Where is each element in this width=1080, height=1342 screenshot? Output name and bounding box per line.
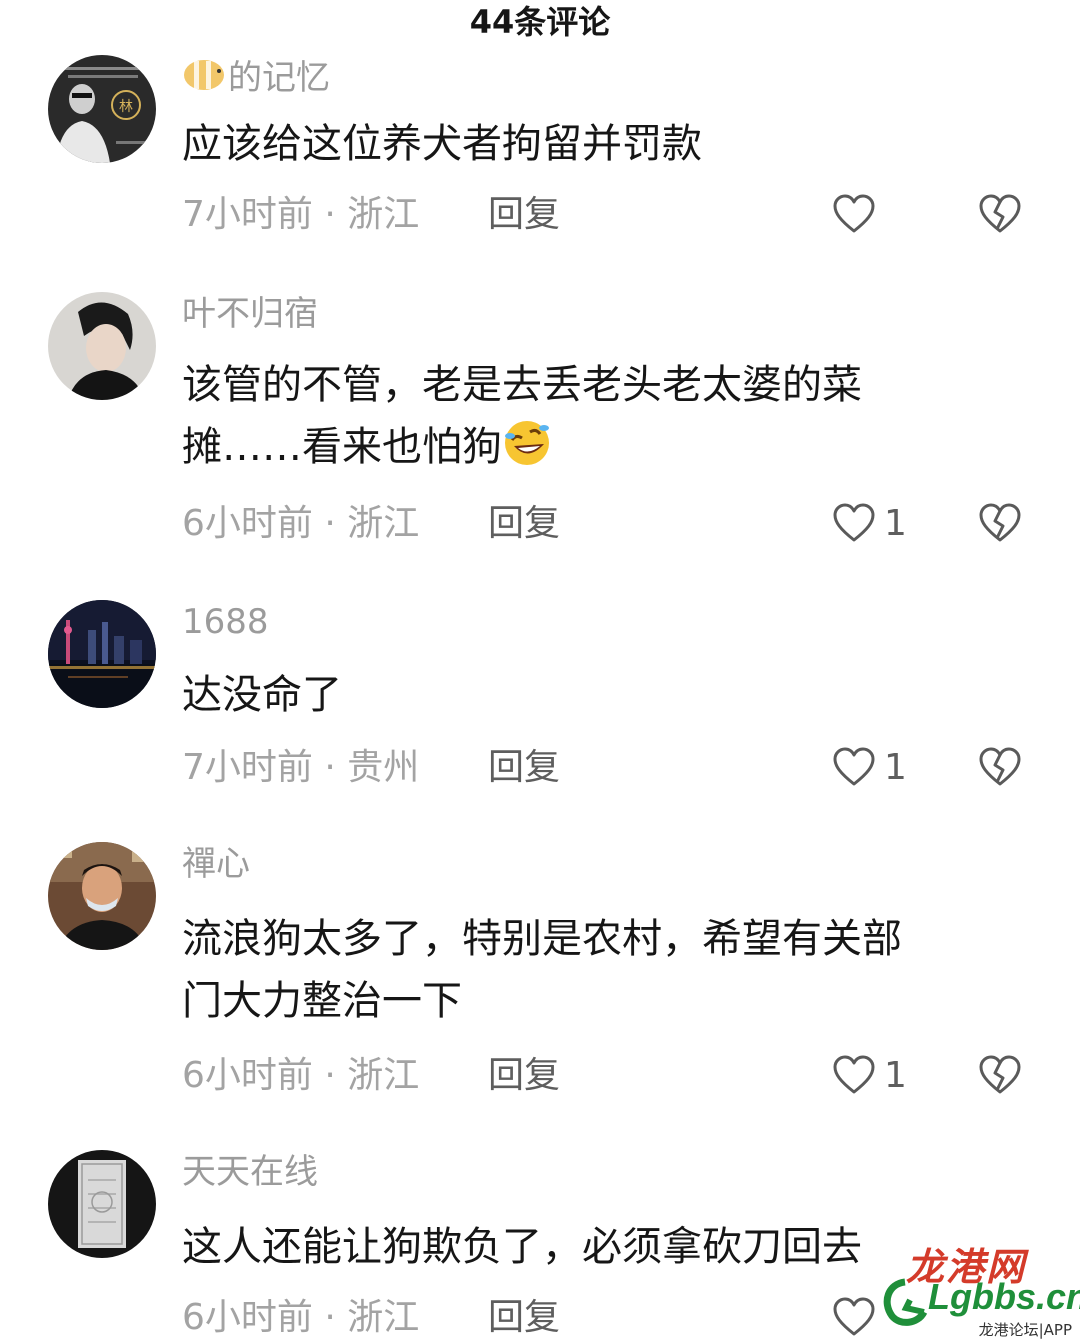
watermark-subtitle: 龙港论坛|APP bbox=[978, 1321, 1072, 1339]
comment-text-line: 门大力整治一下 bbox=[182, 978, 462, 1024]
like-button[interactable]: 1 bbox=[832, 502, 922, 546]
dislike-button[interactable] bbox=[978, 502, 1022, 546]
comment-meta: 6小时前 · 浙江 回复 1 bbox=[182, 500, 1062, 548]
username[interactable]: 禪心 bbox=[182, 842, 250, 886]
fish-icon bbox=[184, 60, 224, 90]
comment-text: 流浪狗太多了，特别是农村，希望有关部 门大力整治一下 bbox=[182, 908, 1022, 1032]
heart-outline-icon bbox=[833, 503, 875, 542]
comment-item: 禪心 流浪狗太多了，特别是农村，希望有关部 门大力整治一下 6小时前 · 浙江 … bbox=[0, 842, 1080, 1112]
comment-text-line: 摊……看来也怕狗 bbox=[182, 424, 502, 470]
broken-heart-icon bbox=[979, 747, 1021, 786]
like-count: 1 bbox=[884, 1055, 907, 1096]
like-count: 1 bbox=[884, 747, 907, 788]
reply-button[interactable]: 回复 bbox=[488, 744, 560, 792]
reply-button[interactable]: 回复 bbox=[488, 500, 560, 548]
like-button[interactable]: 1 bbox=[832, 746, 922, 790]
comments-panel: 44条评论 林 的记忆 应该给这位养犬者拘留并罚款 7小时前 · 浙江 回复 叶… bbox=[0, 0, 1080, 1342]
heart-outline-icon bbox=[833, 1055, 875, 1094]
username[interactable]: 的记忆 bbox=[182, 55, 330, 100]
reply-button[interactable]: 回复 bbox=[488, 191, 560, 239]
avatar[interactable] bbox=[48, 292, 156, 400]
broken-heart-icon bbox=[979, 194, 1021, 233]
broken-heart-icon bbox=[979, 503, 1021, 542]
comment-meta: 6小时前 · 浙江 回复 1 bbox=[182, 1052, 1062, 1100]
rolling-on-floor-laughing-emoji bbox=[505, 421, 549, 465]
avatar[interactable] bbox=[48, 600, 156, 708]
svg-text:林: 林 bbox=[119, 99, 133, 115]
comment-text-line: 流浪狗太多了，特别是农村，希望有关部 bbox=[182, 916, 902, 962]
time-location: 7小时前 · 浙江 bbox=[182, 194, 420, 235]
time-location: 6小时前 · 浙江 bbox=[182, 1297, 420, 1338]
username[interactable]: 1688 bbox=[182, 600, 269, 644]
dislike-button[interactable] bbox=[978, 1054, 1022, 1098]
comment-meta: 7小时前 · 浙江 回复 bbox=[182, 191, 1062, 239]
comment-meta: 7小时前 · 贵州 回复 1 bbox=[182, 744, 1062, 792]
time-location: 6小时前 · 浙江 bbox=[182, 503, 420, 544]
broken-heart-icon bbox=[979, 1055, 1021, 1094]
time-location: 6小时前 · 浙江 bbox=[182, 1055, 420, 1096]
reply-button[interactable]: 回复 bbox=[488, 1052, 560, 1100]
watermark-logo-icon bbox=[883, 1278, 928, 1326]
username[interactable]: 天天在线 bbox=[182, 1150, 318, 1194]
comment-text-line-with-emoji: 摊……看来也怕狗 bbox=[182, 416, 1022, 478]
avatar[interactable] bbox=[48, 1150, 156, 1258]
time-location: 7小时前 · 贵州 bbox=[182, 747, 420, 788]
heart-outline-icon bbox=[833, 747, 875, 786]
avatar[interactable]: 林 bbox=[48, 55, 156, 163]
comment-text-line: 应该给这位养犬者拘留并罚款 bbox=[182, 121, 702, 167]
comment-item: 叶不归宿 该管的不管，老是去丢老头老太婆的菜 摊……看来也怕狗 6小时前 · 浙… bbox=[0, 292, 1080, 562]
comment-text: 达没命了 bbox=[182, 664, 1022, 726]
comment-text: 应该给这位养犬者拘留并罚款 bbox=[182, 113, 1022, 175]
like-button[interactable]: 1 bbox=[832, 1054, 922, 1098]
heart-outline-icon bbox=[833, 194, 875, 233]
heart-outline-icon bbox=[833, 1297, 875, 1336]
comment-item: 1688 达没命了 7小时前 · 贵州 回复 1 bbox=[0, 600, 1080, 800]
like-button[interactable] bbox=[832, 193, 922, 237]
site-watermark: 龙港网 Lgbbs.cn 龙港论坛|APP bbox=[880, 1236, 1080, 1340]
avatar[interactable] bbox=[48, 842, 156, 950]
comment-text-line: 达没命了 bbox=[182, 672, 342, 718]
like-count: 1 bbox=[884, 503, 907, 544]
username[interactable]: 叶不归宿 bbox=[182, 292, 318, 336]
comments-count-title: 44条评论 bbox=[469, 3, 611, 41]
comment-text: 该管的不管，老是去丢老头老太婆的菜 摊……看来也怕狗 bbox=[182, 354, 1022, 478]
dislike-button[interactable] bbox=[978, 193, 1022, 237]
comment-item: 林 的记忆 应该给这位养犬者拘留并罚款 7小时前 · 浙江 回复 bbox=[0, 55, 1080, 255]
watermark-domain: Lgbbs.cn bbox=[928, 1276, 1080, 1317]
reply-button[interactable]: 回复 bbox=[488, 1294, 560, 1342]
username-text: 的记忆 bbox=[228, 58, 330, 98]
dislike-button[interactable] bbox=[978, 746, 1022, 790]
comment-text-line: 该管的不管，老是去丢老头老太婆的菜 bbox=[182, 362, 862, 408]
